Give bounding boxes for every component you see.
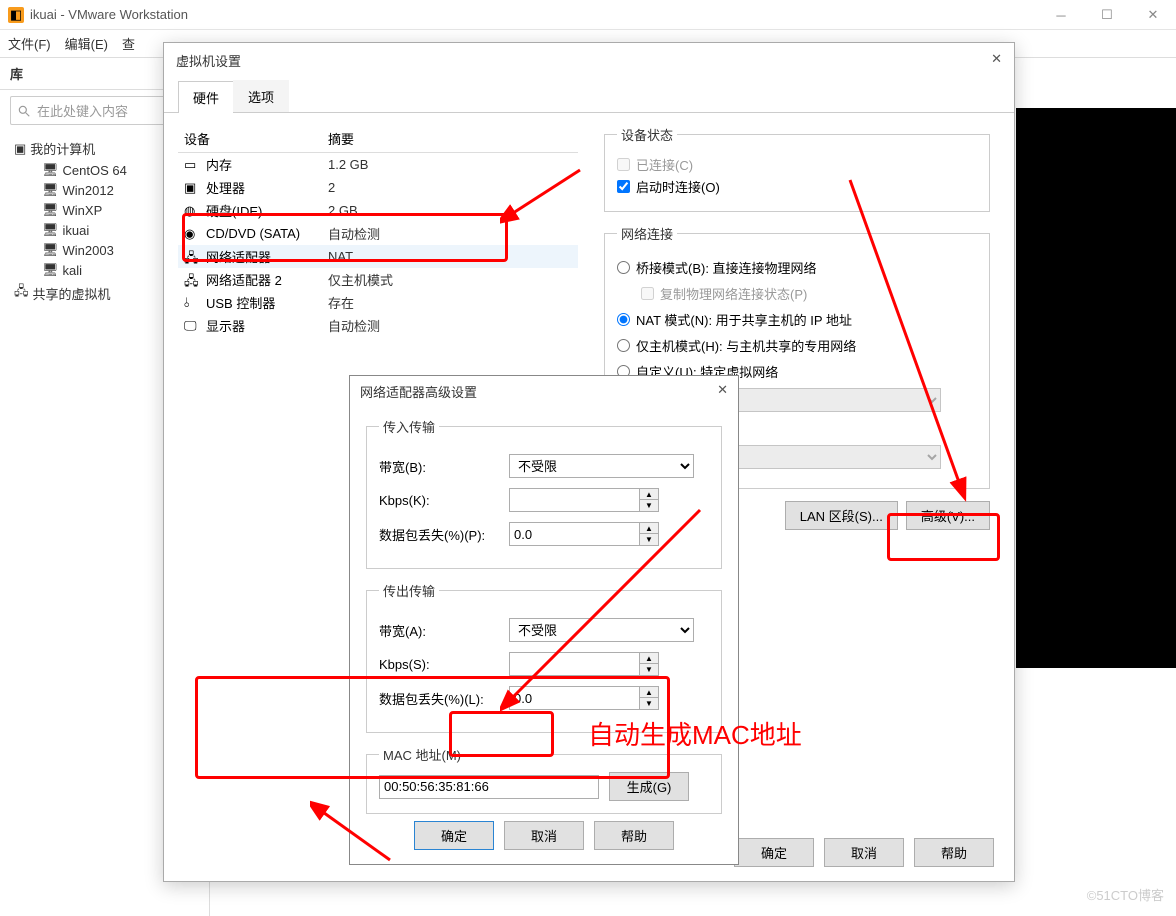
mac-address-input[interactable] [379,775,599,799]
vm-console-area [1016,108,1176,668]
settings-help-button[interactable]: 帮助 [914,838,994,867]
hw-row-nic[interactable]: 🖧网络适配器NAT [178,245,578,268]
tab-hardware[interactable]: 硬件 [178,81,234,113]
advanced-button[interactable]: 高级(V)... [906,501,990,530]
connected-checkbox [617,158,630,171]
spinner-buttons[interactable]: ▲▼ [639,522,659,546]
bandwidth-in-select[interactable]: 不受限 [509,454,694,478]
maximize-button[interactable]: ☐ [1084,0,1130,30]
hw-row-cd[interactable]: ◉CD/DVD (SATA)自动检测 [178,222,578,245]
col-device: 设备 [178,129,328,148]
bridged-radio[interactable] [617,261,630,274]
advanced-help-button[interactable]: 帮助 [594,821,674,850]
hw-row-nic2[interactable]: 🖧网络适配器 2仅主机模式 [178,268,578,291]
lan-segments-button[interactable]: LAN 区段(S)... [785,501,898,530]
vm-settings-dialog: 虚拟机设置 ✕ 硬件 选项 设备 摘要 ▭内存1.2 GB ▣处理器2 ◍硬盘(… [163,42,1015,882]
settings-cancel-button[interactable]: 取消 [824,838,904,867]
spinner-buttons[interactable]: ▲▼ [639,488,659,512]
dialog-title: 虚拟机设置 [176,51,241,70]
col-summary: 摘要 [328,129,354,148]
usb-icon: ⫰ [184,295,200,311]
mac-address-group: MAC 地址(M) 生成(G) [366,745,722,814]
app-icon: ◧ [8,7,24,23]
menu-view[interactable]: 查 [122,34,135,53]
hw-row-usb[interactable]: ⫰USB 控制器存在 [178,291,578,314]
spinner-buttons[interactable]: ▲▼ [639,652,659,676]
titlebar: ◧ ikuai - VMware Workstation ─ ☐ ✕ [0,0,1176,30]
minimize-button[interactable]: ─ [1038,0,1084,30]
device-status-group: 设备状态 已连接(C) 启动时连接(O) [604,125,990,212]
menu-file[interactable]: 文件(F) [8,34,51,53]
watermark: ©51CTO博客 [1087,885,1164,904]
hw-row-display[interactable]: 🖵显示器自动检测 [178,314,578,337]
replicate-checkbox [641,287,654,300]
nic-icon: 🖧 [184,272,200,288]
hw-row-hdd[interactable]: ◍硬盘(IDE)2 GB [178,199,578,222]
loss-in-input[interactable] [509,522,639,546]
close-icon[interactable]: ✕ [991,51,1002,70]
settings-ok-button[interactable]: 确定 [734,838,814,867]
connect-at-poweron-checkbox[interactable] [617,180,630,193]
advanced-cancel-button[interactable]: 取消 [504,821,584,850]
nic-advanced-dialog: 网络适配器高级设置 ✕ 传入传输 带宽(B):不受限 Kbps(K):▲▼ 数据… [349,375,739,865]
subdialog-title: 网络适配器高级设置 [360,382,477,401]
cpu-icon: ▣ [184,180,200,196]
hw-row-memory[interactable]: ▭内存1.2 GB [178,153,578,176]
cd-icon: ◉ [184,226,200,242]
search-icon [17,104,31,118]
incoming-group: 传入传输 带宽(B):不受限 Kbps(K):▲▼ 数据包丢失(%)(P):▲▼ [366,417,722,569]
display-icon: 🖵 [184,318,200,334]
kbps-in-input [509,488,639,512]
tab-options[interactable]: 选项 [233,80,289,112]
outgoing-group: 传出传输 带宽(A):不受限 Kbps(S):▲▼ 数据包丢失(%)(L):▲▼ [366,581,722,733]
close-icon[interactable]: ✕ [717,382,728,401]
loss-out-input[interactable] [509,686,639,710]
hostonly-radio[interactable] [617,339,630,352]
close-button[interactable]: ✕ [1130,0,1176,30]
nic-icon: 🖧 [184,249,200,265]
memory-icon: ▭ [184,157,200,173]
bandwidth-out-select[interactable]: 不受限 [509,618,694,642]
kbps-out-input [509,652,639,676]
nat-radio[interactable] [617,313,630,326]
menu-edit[interactable]: 编辑(E) [65,34,108,53]
spinner-buttons[interactable]: ▲▼ [639,686,659,710]
window-title: ikuai - VMware Workstation [30,7,188,22]
search-placeholder: 在此处键入内容 [37,101,128,120]
hw-row-cpu[interactable]: ▣处理器2 [178,176,578,199]
hdd-icon: ◍ [184,203,200,219]
advanced-ok-button[interactable]: 确定 [414,821,494,850]
generate-mac-button[interactable]: 生成(G) [609,772,689,801]
